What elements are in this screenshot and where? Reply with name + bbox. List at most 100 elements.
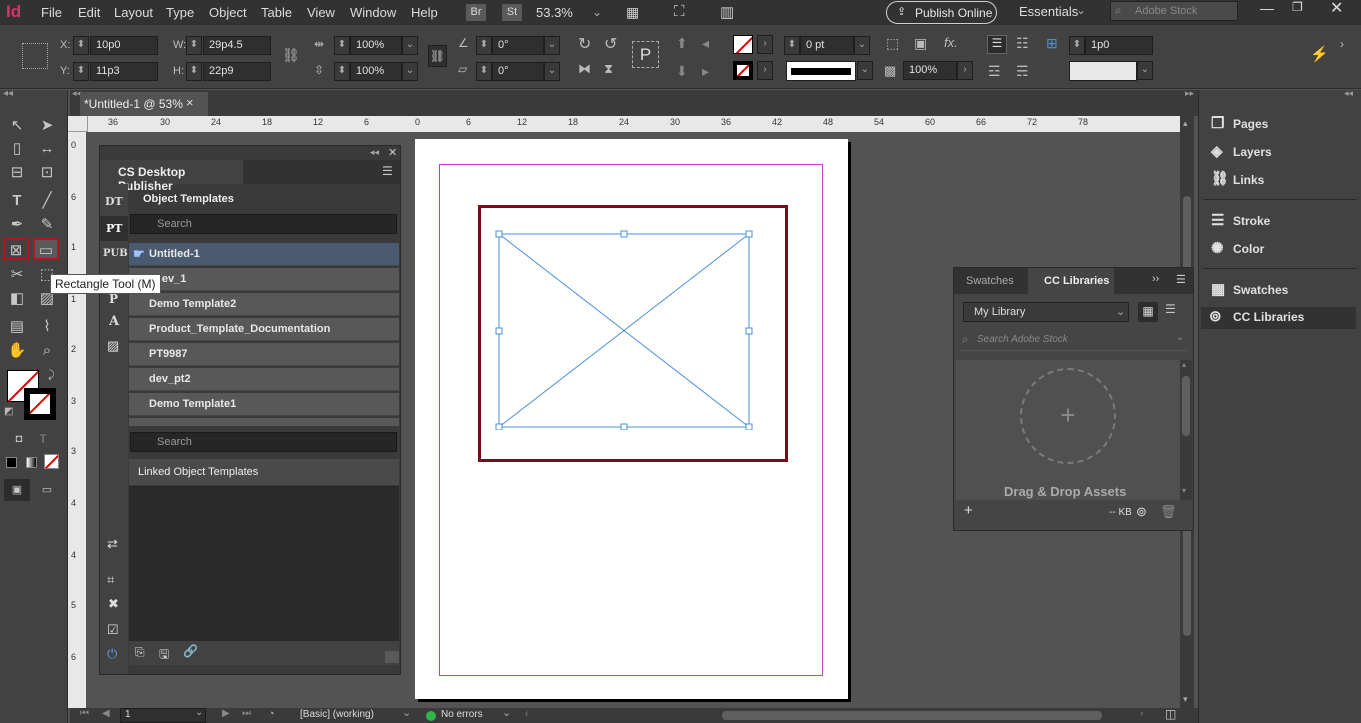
scroll-down-icon[interactable]: ▾ xyxy=(1182,486,1186,495)
rotate-ccw-icon[interactable]: ↺ xyxy=(604,34,617,54)
formatting-container-icon[interactable]: ◘ xyxy=(6,428,32,450)
hand-tool-icon[interactable]: ✋ xyxy=(4,340,30,362)
split-layout-icon[interactable]: ◫ xyxy=(1165,707,1176,721)
workspace-switcher[interactable]: Essentials xyxy=(1019,4,1078,19)
select-content-icon[interactable]: ⬇ xyxy=(676,63,688,80)
tab-pt[interactable]: PT xyxy=(100,216,128,241)
close-icon[interactable]: ✕ xyxy=(1330,0,1343,18)
stroke-weight-dropdown[interactable]: ⌄ xyxy=(854,36,870,55)
shear-dropdown[interactable]: ⌄ xyxy=(544,62,560,81)
publisher-tab[interactable]: CS Desktop Publisher xyxy=(100,160,243,193)
graphics-frame[interactable] xyxy=(495,230,753,430)
apply-gradient-icon[interactable] xyxy=(26,457,37,468)
collapse-right-icon[interactable]: ▸▸ xyxy=(1185,88,1194,99)
expand-dock-icon[interactable]: ◂◂ xyxy=(1344,88,1353,99)
selection-tool-icon[interactable]: ↖ xyxy=(4,115,30,137)
page-tool-icon[interactable]: ▯ xyxy=(4,138,30,160)
publish-online-button[interactable]: ⇪ Publish Online xyxy=(886,1,997,24)
gradient-swatch-tool-icon[interactable]: ◧ xyxy=(4,288,30,310)
y-field[interactable]: 11p3 xyxy=(90,62,158,81)
chevron-down-icon[interactable]: ⌄ xyxy=(502,706,511,719)
rotate-field[interactable]: 0° xyxy=(492,36,544,55)
tab-dt[interactable]: DT xyxy=(105,195,123,208)
cclib-expand-icon[interactable]: ›› xyxy=(1152,273,1159,285)
panel-close-icon[interactable]: ✕ xyxy=(388,146,397,159)
pen-tool-icon[interactable]: ✒ xyxy=(4,214,30,236)
object-style-dropdown[interactable]: ⌄ xyxy=(1137,61,1153,80)
tab-cc-libraries[interactable]: CC Libraries xyxy=(1028,268,1114,294)
eyedropper-tool-icon[interactable]: ⌇ xyxy=(34,316,60,338)
h-field[interactable]: 22p9 xyxy=(203,62,271,81)
h-stepper[interactable]: ⬍ xyxy=(186,62,202,81)
horizontal-scroll-thumb[interactable] xyxy=(722,711,1102,720)
scale-x-dropdown[interactable]: ⌄ xyxy=(402,36,418,55)
select-container-icon[interactable]: ⬆ xyxy=(676,35,688,52)
opacity-arrow[interactable]: › xyxy=(957,61,973,80)
constrain-proportions-icon[interactable]: ⛓ xyxy=(282,47,300,64)
menu-edit[interactable]: Edit xyxy=(78,5,100,20)
control-panel-menu-icon[interactable]: › xyxy=(1340,37,1344,51)
wrap-bounding-icon[interactable]: ☷ xyxy=(1016,35,1029,52)
horizontal-ruler[interactable]: 36 30 24 18 12 6 0 6 12 18 24 30 36 42 4… xyxy=(88,116,1180,132)
template-row[interactable]: _dev_1 xyxy=(129,268,399,291)
document-page[interactable] xyxy=(415,139,848,699)
first-page-icon[interactable]: ⏮ xyxy=(80,708,89,719)
scroll-up-icon[interactable]: ▴ xyxy=(1182,360,1186,369)
effects-icon[interactable]: fx. xyxy=(944,35,958,50)
template-row[interactable]: dev_pt2 xyxy=(129,368,399,391)
tab-pub[interactable]: PUB xyxy=(103,248,128,259)
fill-swatch-icon[interactable] xyxy=(733,35,753,54)
template-row[interactable]: Product_Template_Documentation xyxy=(129,318,399,341)
dock-cc-libraries[interactable]: ⊚ CC Libraries xyxy=(1201,307,1356,329)
tab-p[interactable]: P xyxy=(109,292,118,306)
adobe-stock-search-input[interactable]: ⌕ Search Adobe Stock ⌄ xyxy=(961,331,1187,351)
content-collector-icon[interactable]: ⊟ xyxy=(4,162,30,184)
normal-view-icon[interactable]: ▣ xyxy=(4,479,30,501)
list-view-icon[interactable]: ☰ xyxy=(1165,302,1176,316)
grid-view-icon[interactable]: ▦ xyxy=(1138,302,1158,322)
menu-object[interactable]: Object xyxy=(209,5,247,20)
zoom-tool-icon[interactable]: ⌕ xyxy=(34,340,60,362)
rotate-dropdown[interactable]: ⌄ xyxy=(544,36,560,55)
preflight-profile-icon[interactable]: ◔ xyxy=(268,708,275,720)
minimize-icon[interactable]: — xyxy=(1260,0,1274,16)
rotate-stepper[interactable]: ⬍ xyxy=(476,36,492,55)
y-stepper[interactable]: ⬍ xyxy=(73,62,89,81)
scale-x-stepper[interactable]: ⬍ xyxy=(334,36,350,55)
select-next-icon[interactable]: ▸ xyxy=(702,63,709,80)
gap-stepper[interactable]: ⬍ xyxy=(1069,36,1085,55)
resize-grip-icon[interactable] xyxy=(385,651,399,663)
chevron-down-icon[interactable]: ⌄ xyxy=(1176,332,1184,343)
pencil-tool-icon[interactable]: ✎ xyxy=(34,214,60,236)
direct-selection-tool-icon[interactable]: ➤ xyxy=(34,115,60,137)
panel-menu-icon[interactable]: ☰ xyxy=(382,164,393,178)
w-stepper[interactable]: ⬍ xyxy=(186,36,202,55)
rectangle-tool-icon[interactable]: ▭ xyxy=(33,238,59,260)
quick-apply-icon[interactable]: ⚡ xyxy=(1310,45,1329,63)
swap-fill-stroke-icon[interactable]: ⤸ xyxy=(48,369,55,382)
shear-stepper[interactable]: ⬍ xyxy=(476,62,492,81)
tab-a[interactable]: A xyxy=(109,314,119,329)
x-field[interactable]: 10p0 xyxy=(90,36,158,55)
view-options-icon[interactable]: ▦ xyxy=(626,4,639,21)
template-row[interactable]: Demo Template1 xyxy=(129,393,399,416)
collapse-tools-icon[interactable]: ◂◂ xyxy=(3,88,13,99)
linked-templates-header[interactable]: Linked Object Templates xyxy=(129,459,399,485)
tab-swatches[interactable]: Swatches xyxy=(966,275,1014,287)
power-icon[interactable]: ⏻ xyxy=(107,646,117,662)
default-fill-stroke-icon[interactable]: ◩ xyxy=(4,406,13,417)
stroke-weight-field[interactable]: 0 pt xyxy=(800,36,854,55)
template-search-input[interactable]: Search xyxy=(130,214,397,234)
shuffle-icon[interactable]: ⇄ xyxy=(107,536,118,552)
preflight-profile[interactable]: [Basic] (working) xyxy=(300,709,374,720)
chevron-down-icon[interactable]: ⌄ xyxy=(402,706,411,719)
template-row-selected[interactable]: ☛ Untitled-1 xyxy=(129,243,399,266)
flip-vertical-icon[interactable]: ⧗ xyxy=(604,61,613,77)
menu-help[interactable]: Help xyxy=(411,5,438,20)
crop-icon[interactable]: ⌗ xyxy=(107,572,114,588)
dock-layers[interactable]: ◈ Layers xyxy=(1205,142,1355,164)
rotate-cw-icon[interactable]: ↻ xyxy=(578,34,591,54)
zoom-level[interactable]: 53.3% xyxy=(536,5,573,20)
panel-collapse-icon[interactable]: ◂◂ xyxy=(370,147,379,158)
workspace-dropdown-icon[interactable]: ⌄ xyxy=(1076,3,1086,17)
